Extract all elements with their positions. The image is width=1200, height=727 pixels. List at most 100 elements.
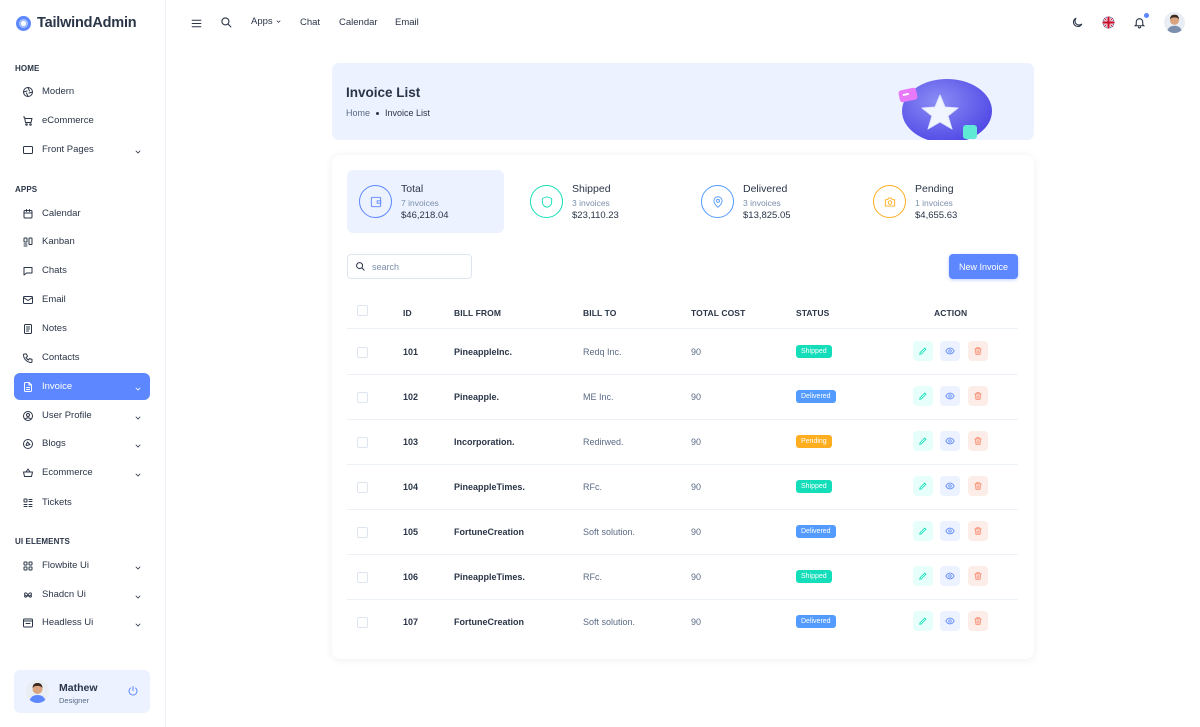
- chevron-down-icon: [134, 439, 142, 448]
- sidebar-item-email[interactable]: Email: [14, 286, 150, 313]
- sidebar-item-contacts[interactable]: Contacts: [14, 344, 150, 371]
- status-badge: Pending: [796, 435, 832, 448]
- row-checkbox[interactable]: [357, 572, 368, 583]
- phone-icon: [22, 352, 34, 364]
- notification-dot: [1144, 13, 1149, 18]
- row-checkbox[interactable]: [357, 347, 368, 358]
- header-bill-from: BILL FROM: [454, 308, 502, 318]
- sidebar-item-calendar[interactable]: Calendar: [14, 200, 150, 227]
- new-invoice-button[interactable]: New Invoice: [949, 254, 1018, 279]
- cell-id: 103: [403, 437, 419, 447]
- edit-icon[interactable]: [913, 611, 933, 631]
- edit-icon[interactable]: [913, 341, 933, 361]
- sidebar-item-label: Blogs: [42, 438, 66, 449]
- sidebar-item-notes[interactable]: Notes: [14, 315, 150, 342]
- row-checkbox[interactable]: [357, 437, 368, 448]
- email-link[interactable]: Email: [395, 17, 419, 28]
- uk-flag-icon[interactable]: [1102, 16, 1115, 29]
- cell-bill-from: Incorporation.: [454, 437, 515, 447]
- table-row[interactable]: 105 FortuneCreation Soft solution. 90 Delive…: [347, 510, 1018, 555]
- select-all-checkbox[interactable]: [357, 305, 368, 316]
- edit-icon[interactable]: [913, 476, 933, 496]
- stat-delivered[interactable]: Delivered 3 invoices $13,825.05: [689, 170, 846, 233]
- apps-menu[interactable]: Apps: [251, 16, 282, 27]
- row-checkbox[interactable]: [357, 482, 368, 493]
- cart-icon: [22, 115, 34, 127]
- sidebar-item-shadcn-ui[interactable]: Shadcn Ui: [14, 581, 150, 608]
- edit-icon[interactable]: [913, 566, 933, 586]
- sidebar-item-chats[interactable]: Chats: [14, 257, 150, 284]
- browser-icon: [22, 617, 34, 629]
- trash-icon[interactable]: [968, 566, 988, 586]
- power-icon[interactable]: [127, 685, 139, 697]
- stat-total[interactable]: Total 7 invoices $46,218.04: [347, 170, 504, 233]
- table-row[interactable]: 101 PineappleInc. Redq Inc. 90 Shipped: [347, 330, 1018, 375]
- camera-icon: [873, 185, 906, 218]
- trash-icon[interactable]: [968, 611, 988, 631]
- table-row[interactable]: 103 Incorporation. Redirwed. 90 Pending: [347, 420, 1018, 465]
- header-status: STATUS: [796, 308, 830, 318]
- eye-icon[interactable]: [940, 521, 960, 541]
- sidebar-item-tickets[interactable]: Tickets: [14, 489, 150, 516]
- stat-pending[interactable]: Pending 1 invoices $4,655.63: [861, 170, 1018, 233]
- stat-count: 3 invoices: [743, 198, 781, 208]
- breadcrumb-home[interactable]: Home: [346, 108, 370, 118]
- eye-icon[interactable]: [940, 476, 960, 496]
- table-row[interactable]: 106 PineappleTimes. RFc. 90 Shipped: [347, 555, 1018, 600]
- sidebar-item-flowbite-ui[interactable]: Flowbite Ui: [14, 552, 150, 579]
- sidebar-item-blogs[interactable]: Blogs: [14, 430, 150, 457]
- table-row[interactable]: 102 Pineapple. ME Inc. 90 Delivered: [347, 375, 1018, 420]
- eye-icon[interactable]: [940, 386, 960, 406]
- sidebar-item-ecommerce[interactable]: Ecommerce: [14, 459, 150, 486]
- sidebar-item-label: Ecommerce: [42, 467, 93, 478]
- sidebar-item-invoice[interactable]: Invoice: [14, 373, 150, 400]
- table-row[interactable]: 104 PineappleTimes. RFc. 90 Shipped: [347, 465, 1018, 510]
- sidebar-item-modern[interactable]: Modern: [14, 78, 150, 105]
- sidebar-item-label: Modern: [42, 86, 75, 97]
- sidebar-item-label: Flowbite Ui: [42, 560, 89, 571]
- edit-icon[interactable]: [913, 521, 933, 541]
- edit-icon[interactable]: [913, 431, 933, 451]
- eye-icon[interactable]: [940, 341, 960, 361]
- trash-icon[interactable]: [968, 476, 988, 496]
- shadcn-icon: [22, 589, 34, 601]
- user-avatar[interactable]: [1164, 12, 1185, 33]
- row-checkbox[interactable]: [357, 392, 368, 403]
- sidebar-item-ecommerce[interactable]: eCommerce: [14, 107, 150, 134]
- mail-icon: [22, 294, 34, 306]
- sidebar-item-front-pages[interactable]: Front Pages: [14, 136, 150, 163]
- trash-icon[interactable]: [968, 521, 988, 541]
- sidebar-item-label: Notes: [42, 323, 67, 334]
- edit-icon[interactable]: [913, 386, 933, 406]
- cell-id: 105: [403, 527, 419, 537]
- trash-icon[interactable]: [968, 386, 988, 406]
- sidebar-item-label: Chats: [42, 265, 67, 276]
- eye-icon[interactable]: [940, 566, 960, 586]
- eye-icon[interactable]: [940, 431, 960, 451]
- logo[interactable]: TailwindAdmin: [16, 12, 137, 34]
- sidebar-item-headless-ui[interactable]: Headless Ui: [14, 609, 150, 636]
- search-input[interactable]: [372, 258, 467, 275]
- sidebar-item-kanban[interactable]: Kanban: [14, 228, 150, 255]
- cell-id: 106: [403, 572, 419, 582]
- sidebar-item-user-profile[interactable]: User Profile: [14, 402, 150, 429]
- cell-total-cost: 90: [691, 392, 702, 402]
- row-checkbox[interactable]: [357, 527, 368, 538]
- location-icon: [701, 185, 734, 218]
- stat-shipped[interactable]: Shipped 3 invoices $23,110.23: [518, 170, 675, 233]
- avatar[interactable]: [26, 680, 49, 703]
- calendar-link[interactable]: Calendar: [339, 17, 378, 28]
- chat-link[interactable]: Chat: [300, 17, 320, 28]
- menu-icon[interactable]: [190, 17, 203, 30]
- search-box[interactable]: [347, 254, 472, 279]
- trash-icon[interactable]: [968, 341, 988, 361]
- profile-role: Designer: [59, 696, 90, 705]
- bell-icon[interactable]: [1133, 16, 1146, 29]
- moon-icon[interactable]: [1071, 16, 1084, 29]
- trash-icon[interactable]: [968, 431, 988, 451]
- search-icon[interactable]: [220, 16, 233, 29]
- eye-icon[interactable]: [940, 611, 960, 631]
- table-row[interactable]: 107 FortuneCreation Soft solution. 90 Delive…: [347, 600, 1018, 645]
- sidebar-item-label: Kanban: [42, 236, 75, 247]
- row-checkbox[interactable]: [357, 617, 368, 628]
